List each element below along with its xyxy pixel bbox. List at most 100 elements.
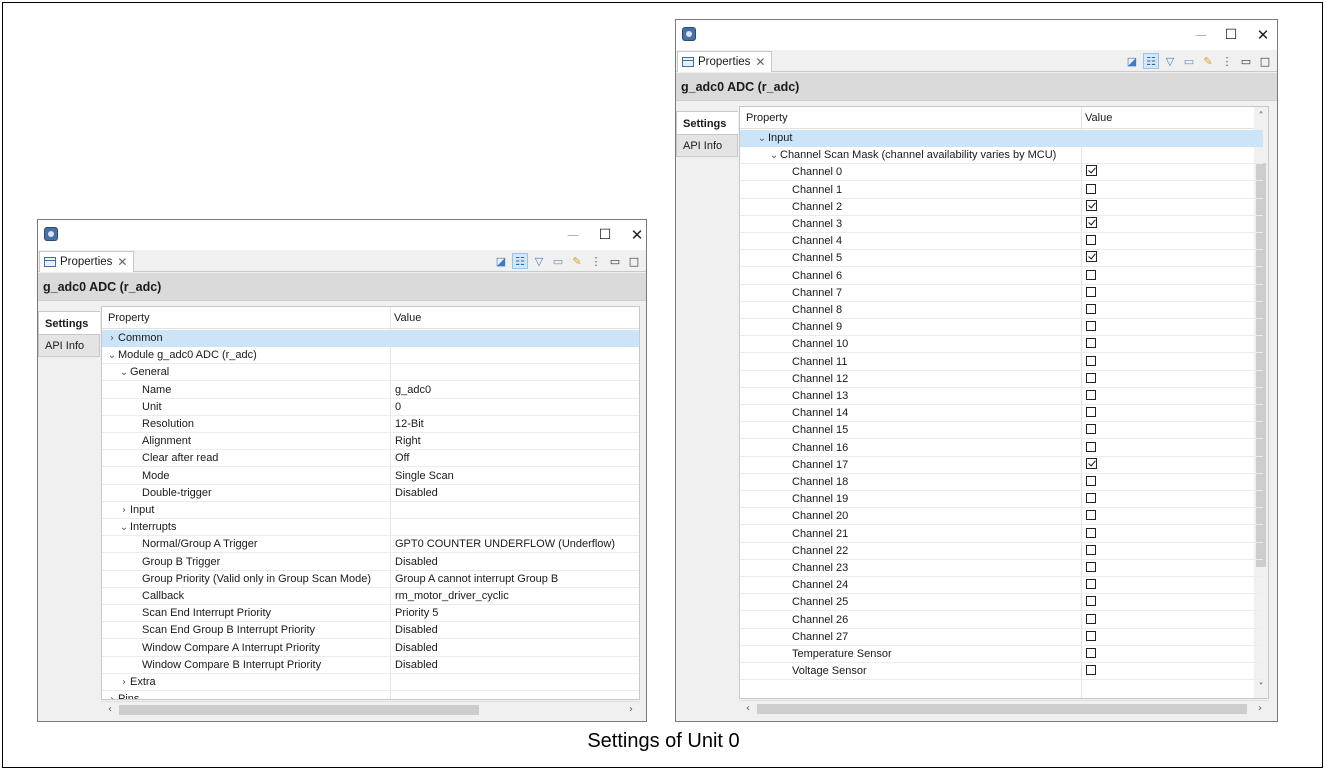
tab-settings[interactable]: Settings <box>676 111 738 135</box>
value-cell[interactable] <box>391 519 639 535</box>
table-row[interactable]: Group Priority (Valid only in Group Scan… <box>102 571 639 588</box>
maximize-button[interactable]: ☐ <box>1216 23 1246 47</box>
checkbox-checked[interactable] <box>1086 251 1097 263</box>
collapse-icon[interactable]: ⌄ <box>768 148 780 163</box>
expand-icon[interactable]: › <box>118 503 130 518</box>
maximize-button[interactable]: ☐ <box>590 223 620 247</box>
table-row[interactable]: Channel 17 <box>740 457 1263 474</box>
table-row[interactable]: › Input <box>102 502 639 519</box>
table-row[interactable]: Alignment Right <box>102 433 639 451</box>
value-cell[interactable] <box>391 674 639 690</box>
tab-properties[interactable]: Properties ✕ <box>39 251 135 272</box>
value-cell[interactable] <box>1082 147 1263 163</box>
table-row[interactable]: Resolution 12-Bit <box>102 416 639 433</box>
value-cell[interactable] <box>1082 440 1263 456</box>
table-row[interactable]: › Extra <box>102 674 639 691</box>
checkbox-unchecked[interactable] <box>1086 321 1096 332</box>
value-cell[interactable]: Disabled <box>391 622 639 638</box>
value-cell[interactable] <box>1082 577 1263 593</box>
checkbox-unchecked[interactable] <box>1086 338 1096 349</box>
table-row[interactable]: Channel 8 <box>740 302 1263 319</box>
table-row[interactable]: › Common <box>102 330 639 347</box>
close-button[interactable]: ✕ <box>1248 23 1277 47</box>
scroll-left-icon[interactable]: ‹ <box>103 702 117 718</box>
scroll-up-icon[interactable]: ˄ <box>1254 109 1268 125</box>
table-row[interactable]: Channel 13 <box>740 388 1263 405</box>
table-row[interactable]: Group B Trigger Disabled <box>102 554 639 571</box>
checkbox-unchecked[interactable] <box>1086 527 1096 538</box>
tab-close-icon[interactable]: ✕ <box>117 255 127 269</box>
table-row[interactable]: Callback rm_motor_driver_cyclic <box>102 588 639 605</box>
table-row[interactable]: Normal/Group A Trigger GPT0 COUNTER UNDER… <box>102 536 639 554</box>
collapse-icon[interactable]: ⌄ <box>756 131 768 146</box>
value-cell[interactable] <box>1082 526 1263 542</box>
table-row[interactable]: Channel 20 <box>740 508 1263 526</box>
table-row[interactable]: Window Compare A Interrupt Priority Disab… <box>102 640 639 657</box>
value-cell[interactable]: Single Scan <box>391 468 639 484</box>
table-row[interactable]: Unit 0 <box>102 399 639 416</box>
table-row[interactable]: Channel 1 <box>740 182 1263 199</box>
table-row[interactable]: Clear after read Off <box>102 450 639 468</box>
value-cell[interactable] <box>1082 543 1263 559</box>
close-button[interactable]: ✕ <box>622 223 646 247</box>
table-row[interactable]: Scan End Interrupt Priority Priority 5 <box>102 605 639 623</box>
checkbox-checked[interactable] <box>1086 165 1097 177</box>
checkbox-unchecked[interactable] <box>1086 648 1096 658</box>
column-header-property[interactable]: Property <box>743 107 788 129</box>
value-cell[interactable]: Disabled <box>391 657 639 673</box>
value-cell[interactable] <box>1082 405 1263 421</box>
table-row[interactable]: Channel 19 <box>740 491 1263 509</box>
value-cell[interactable]: Disabled <box>391 640 639 656</box>
value-cell[interactable] <box>391 330 639 346</box>
value-cell[interactable] <box>1082 285 1263 301</box>
tab-api-info[interactable]: API Info <box>38 335 100 357</box>
table-row[interactable]: Channel 24 <box>740 577 1263 595</box>
table-row[interactable]: ⌄ Interrupts <box>102 519 639 537</box>
expand-icon[interactable]: › <box>118 675 130 690</box>
checkbox-unchecked[interactable] <box>1086 407 1096 418</box>
checkbox-unchecked[interactable] <box>1086 183 1096 194</box>
value-cell[interactable] <box>1082 216 1263 232</box>
collapse-icon[interactable]: ⌄ <box>118 520 130 535</box>
checkbox-checked[interactable] <box>1086 217 1097 228</box>
pen-icon[interactable]: ✎ <box>569 253 585 269</box>
value-cell[interactable]: Disabled <box>391 485 639 501</box>
filter-icon[interactable]: ▽ <box>531 253 547 269</box>
value-cell[interactable] <box>1082 663 1263 679</box>
pin-icon[interactable]: ◪ <box>493 253 509 269</box>
minimize-button[interactable]: — <box>1186 23 1216 47</box>
value-cell[interactable]: 0 <box>391 399 639 415</box>
value-cell[interactable] <box>391 347 639 363</box>
checkbox-unchecked[interactable] <box>1086 665 1096 676</box>
value-cell[interactable] <box>1082 336 1263 352</box>
minimize-button[interactable]: — <box>558 223 588 247</box>
checkbox-unchecked[interactable] <box>1086 630 1096 641</box>
checkbox-unchecked[interactable] <box>1086 390 1096 400</box>
tree-icon[interactable]: ☷ <box>1143 53 1159 69</box>
checkbox-unchecked[interactable] <box>1086 562 1096 572</box>
checkbox-unchecked[interactable] <box>1086 372 1096 383</box>
maximize-view-icon[interactable]: □ <box>626 253 642 269</box>
value-cell[interactable]: Right <box>391 433 639 449</box>
scroll-right-icon[interactable]: › <box>1253 701 1267 717</box>
table-row[interactable]: Channel 0 <box>740 164 1263 182</box>
horizontal-scrollbar[interactable]: ‹ › <box>101 701 640 717</box>
column-header-value[interactable]: Value <box>391 307 421 329</box>
table-row[interactable]: Channel 22 <box>740 543 1263 560</box>
table-row[interactable]: Window Compare B Interrupt Priority Disab… <box>102 657 639 674</box>
value-cell[interactable] <box>1082 508 1263 524</box>
table-row[interactable]: Channel 21 <box>740 526 1263 543</box>
tab-settings[interactable]: Settings <box>38 311 100 335</box>
checkbox-unchecked[interactable] <box>1086 355 1096 366</box>
table-row[interactable]: Temperature Sensor <box>740 646 1263 663</box>
value-cell[interactable]: 12-Bit <box>391 416 639 432</box>
checkbox-unchecked[interactable] <box>1086 269 1096 280</box>
minimize-view-icon[interactable]: ▭ <box>1238 53 1254 69</box>
table-row[interactable]: Channel 10 <box>740 336 1263 354</box>
table-row[interactable]: Channel 15 <box>740 422 1263 440</box>
table-row[interactable]: Channel 7 <box>740 285 1263 302</box>
value-cell[interactable] <box>1082 250 1263 266</box>
table-row[interactable]: Channel 16 <box>740 440 1263 457</box>
checkbox-unchecked[interactable] <box>1086 510 1096 521</box>
pin-icon[interactable]: ◪ <box>1124 53 1140 69</box>
